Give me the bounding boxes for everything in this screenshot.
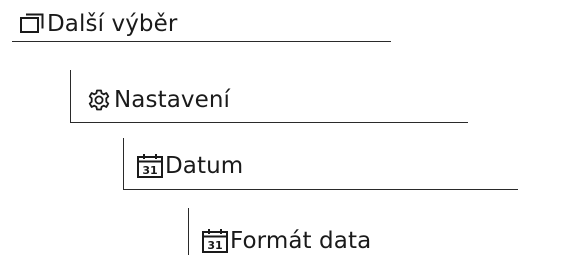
divider [70,70,71,122]
svg-text:31: 31 [142,164,157,177]
breadcrumb-item-dalsi-vyber[interactable]: Další výběr [0,0,391,44]
divider [188,208,189,255]
breadcrumb-item-nastaveni[interactable]: Nastavení [70,70,470,124]
calendar-icon: 31 [135,151,165,181]
breadcrumb-item-format-data[interactable]: 31 Formát data [188,208,448,255]
divider [12,41,391,42]
breadcrumb-item-label: Nastavení [114,87,231,113]
breadcrumb-item-label: Datum [165,153,244,179]
divider [70,122,468,123]
svg-text:31: 31 [207,239,222,252]
breadcrumb-item-datum[interactable]: 31 Datum [123,138,520,192]
gear-icon [84,85,114,115]
window-stack-icon [17,9,47,39]
calendar-icon: 31 [200,226,230,256]
breadcrumb-item-label: Formát data [230,228,372,254]
breadcrumb-item-label: Další výběr [47,11,178,37]
divider [123,189,518,190]
divider [123,138,124,190]
